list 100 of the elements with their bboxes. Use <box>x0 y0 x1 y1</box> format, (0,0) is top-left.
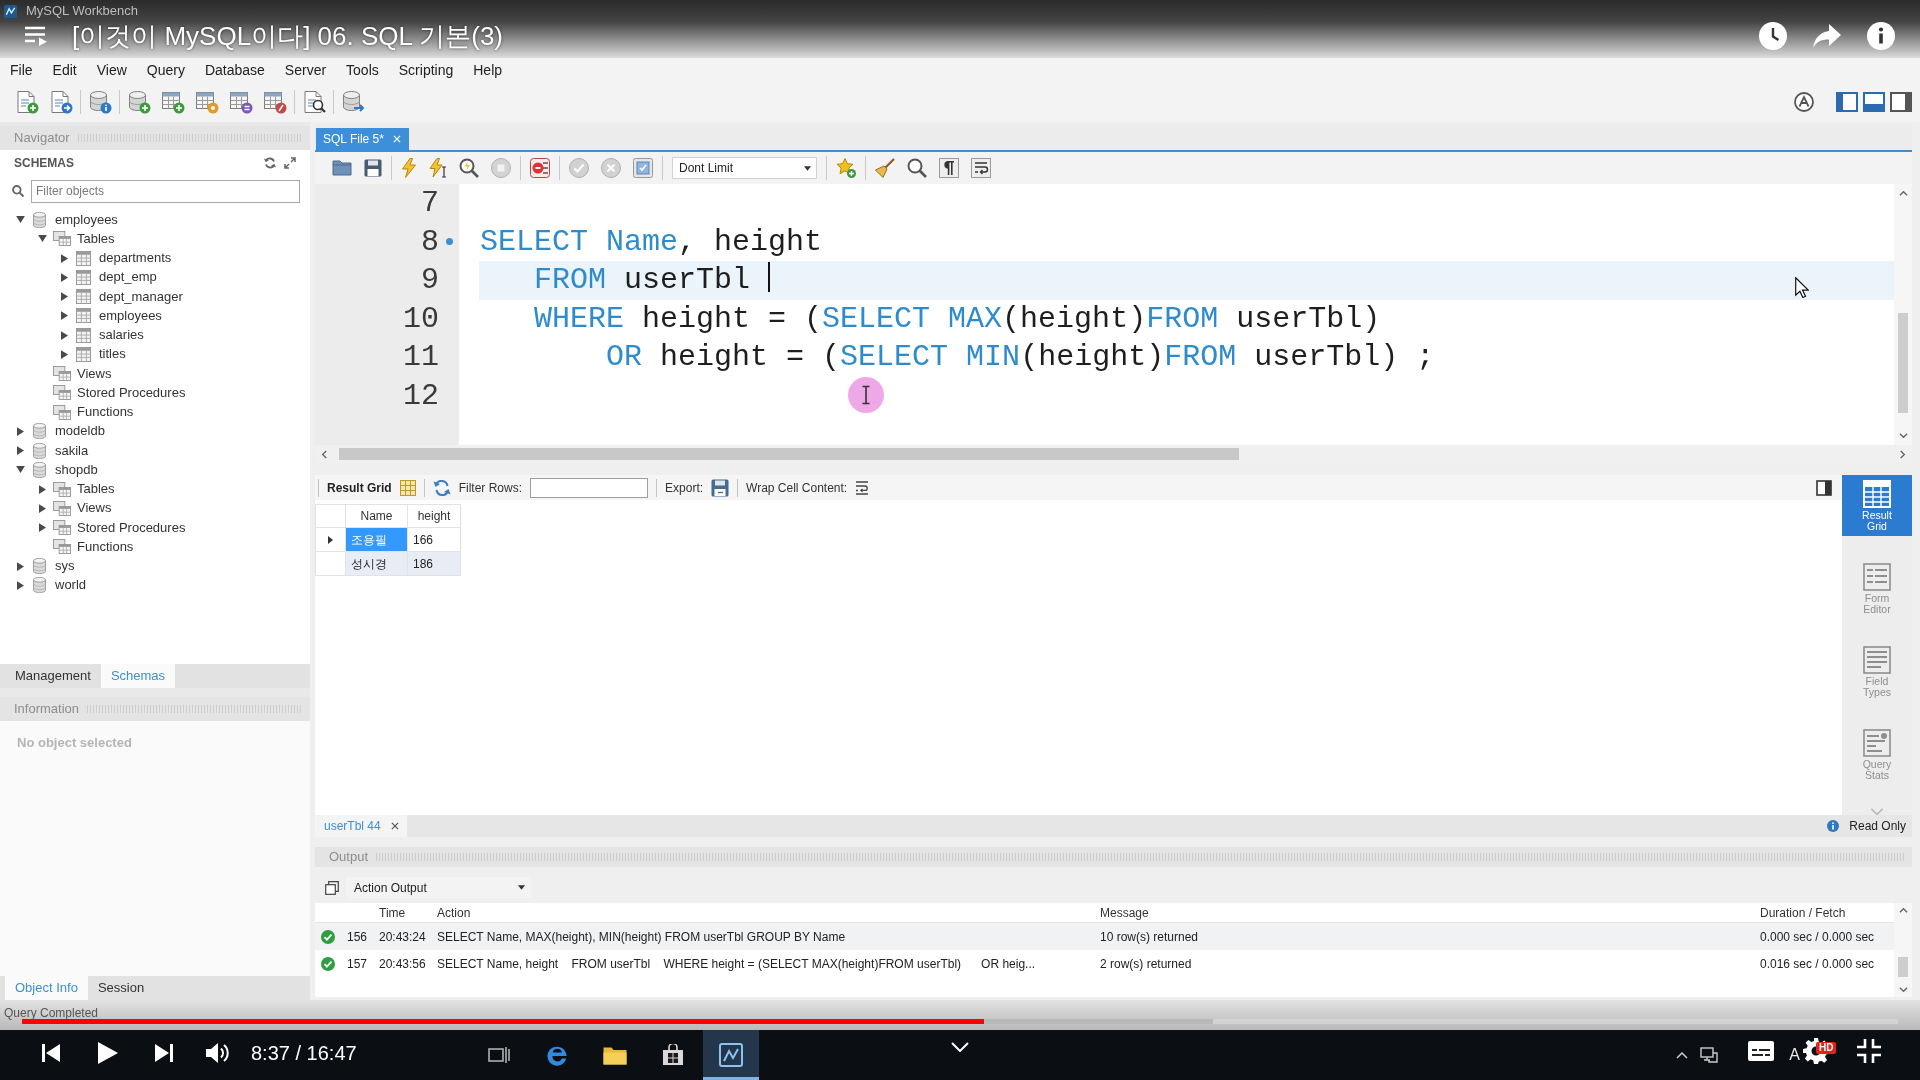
schema-name[interactable]: world <box>55 577 87 594</box>
lightning-icon[interactable] <box>401 158 417 178</box>
filter-field[interactable]: Filter objects <box>31 179 300 203</box>
table-name[interactable]: employees <box>99 307 162 324</box>
table-slash-icon[interactable] <box>263 90 287 114</box>
menu-item[interactable]: View <box>86 60 137 80</box>
table-name[interactable]: departments <box>99 250 172 267</box>
copy-icon[interactable] <box>325 880 339 895</box>
caret-down-icon[interactable] <box>15 216 25 224</box>
caret-right-icon[interactable] <box>60 349 68 359</box>
table-name[interactable]: dept_manager <box>99 288 183 305</box>
limit-dropdown[interactable]: Dont Limit <box>672 157 817 179</box>
diagonal-arrows-icon[interactable] <box>284 157 296 169</box>
database-info-icon[interactable] <box>88 90 112 114</box>
schema-name[interactable]: sys <box>55 558 75 575</box>
shopping-bag-icon[interactable] <box>662 1044 684 1066</box>
save-icon[interactable] <box>364 159 382 177</box>
magnifier-lightning-icon[interactable] <box>459 158 479 178</box>
star-plus-icon[interactable] <box>836 158 856 178</box>
volume-icon[interactable] <box>206 1041 230 1064</box>
subtitles-icon[interactable] <box>1748 1041 1774 1061</box>
menu-item[interactable]: File <box>0 60 43 80</box>
folder-label[interactable]: Views <box>77 365 112 382</box>
chevron-up-icon[interactable] <box>1676 1051 1689 1059</box>
exit-fullscreen-icon[interactable] <box>1857 1039 1881 1063</box>
table-list-icon[interactable] <box>229 90 253 114</box>
column-header[interactable]: Time <box>373 903 431 922</box>
menu-item[interactable]: Server <box>274 60 337 80</box>
folder-label[interactable]: Stored Procedures <box>77 519 186 536</box>
panel-tab[interactable]: Management <box>5 664 101 688</box>
next-icon[interactable] <box>155 1043 173 1062</box>
schema-name[interactable]: modeldb <box>55 423 105 440</box>
input-indicator[interactable]: A <box>1789 1046 1800 1064</box>
table-plus-icon[interactable] <box>161 90 185 114</box>
circled-letter-icon[interactable] <box>1794 92 1814 112</box>
table-name[interactable]: titles <box>99 346 126 363</box>
caret-right-icon[interactable] <box>38 523 46 533</box>
browser-e-icon[interactable] <box>546 1044 568 1066</box>
panel-toggle-icon[interactable] <box>1816 479 1832 496</box>
caret-right-icon[interactable] <box>16 561 24 571</box>
caret-right-icon[interactable] <box>16 580 24 590</box>
column-header[interactable]: Name <box>345 504 408 528</box>
scroll-down-icon[interactable] <box>1898 987 1908 993</box>
caret-right-icon[interactable] <box>60 311 68 321</box>
close-icon[interactable] <box>390 822 399 830</box>
info-icon[interactable] <box>1867 22 1895 50</box>
sidebar-right-icon[interactable] <box>1890 92 1912 112</box>
pilcrow-icon[interactable] <box>939 158 959 178</box>
menu-item[interactable]: Tools <box>336 60 389 80</box>
scroll-left-icon[interactable] <box>321 449 327 459</box>
menu-item[interactable]: Help <box>463 60 513 80</box>
caret-right-icon[interactable] <box>16 446 24 456</box>
sidebar-left-icon[interactable] <box>1836 92 1858 112</box>
menu-item[interactable]: Query <box>136 60 195 80</box>
folder-icon[interactable] <box>603 1045 627 1065</box>
view-switch-button[interactable]: Result Grid <box>1842 475 1912 537</box>
caret-down-icon[interactable] <box>37 235 47 243</box>
folder-label[interactable]: Stored Procedures <box>77 384 186 401</box>
panel-bottom-icon[interactable] <box>1863 92 1885 112</box>
progress-track[interactable] <box>22 1019 1898 1024</box>
scroll-right-icon[interactable] <box>1900 449 1906 459</box>
caret-right-icon[interactable] <box>60 292 68 302</box>
check-circle-icon[interactable] <box>569 158 589 178</box>
document-search-icon[interactable] <box>302 90 326 114</box>
folder-label[interactable]: Functions <box>77 538 134 555</box>
wrap-lines-icon[interactable] <box>971 158 991 178</box>
app-tile-icon[interactable] <box>703 1030 759 1080</box>
scroll-up-icon[interactable] <box>1898 907 1908 913</box>
video-title[interactable]: [이것이 MySQL이다] 06. SQL 기본(3) <box>72 21 503 51</box>
menu-item[interactable]: Scripting <box>388 60 464 80</box>
caret-right-icon[interactable] <box>60 330 68 340</box>
caret-down-icon[interactable] <box>15 466 25 474</box>
caret-right-icon[interactable] <box>60 253 68 263</box>
magnifier-icon[interactable] <box>907 158 927 178</box>
filter-rows-field[interactable] <box>530 477 649 498</box>
column-header[interactable]: Action <box>431 903 1094 922</box>
document-plus-icon[interactable] <box>15 90 39 114</box>
code-editor[interactable]: SELECT Name, height FROM userTbl WHERE height = (SELECT MAX(height)FROM userTbl) OR height = (SELECT MIN(height)FROM userTbl) ; <box>459 184 1894 445</box>
panel-tab[interactable]: Session <box>87 976 155 1000</box>
checkbox-toggle-icon[interactable] <box>633 158 653 178</box>
output-mode-dropdown[interactable]: Action Output <box>346 877 531 898</box>
play-icon[interactable] <box>98 1041 118 1064</box>
refresh-icon[interactable] <box>432 479 451 496</box>
circular-arrows-icon[interactable] <box>264 157 276 169</box>
menu-item[interactable]: Database <box>194 60 275 80</box>
scrollbar-thumb[interactable] <box>339 448 1239 460</box>
column-header[interactable]: Message <box>1094 903 1754 922</box>
network-icon[interactable] <box>1700 1047 1719 1063</box>
schema-name[interactable]: sakila <box>55 442 89 459</box>
folder-label[interactable]: Tables <box>77 230 115 247</box>
caret-right-icon[interactable] <box>38 484 46 494</box>
clock-icon[interactable] <box>1759 22 1787 50</box>
column-header[interactable]: height <box>407 504 461 528</box>
scroll-down-icon[interactable] <box>1898 433 1908 439</box>
database-plus-icon[interactable] <box>127 90 151 114</box>
caret-right-icon[interactable] <box>38 503 46 513</box>
menu-item[interactable]: Edit <box>42 60 87 80</box>
table-name[interactable]: dept_emp <box>99 269 157 286</box>
scrollbar-thumb[interactable] <box>1898 957 1908 977</box>
document-arrow-icon[interactable] <box>49 90 73 114</box>
